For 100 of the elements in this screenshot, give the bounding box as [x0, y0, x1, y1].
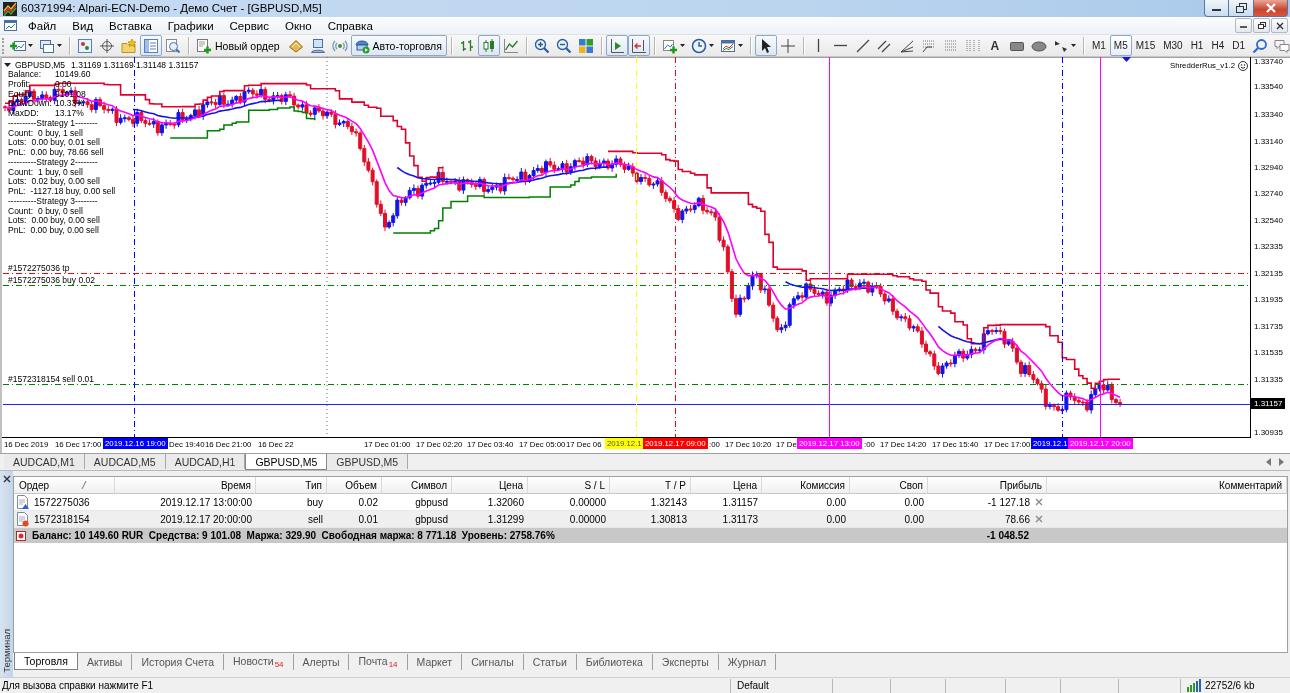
- caret-icon: [708, 44, 714, 47]
- info-label: Balance:: [8, 70, 42, 80]
- diamond-icon: [287, 37, 304, 54]
- toolbar-button[interactable]: Новый ордер: [193, 35, 285, 56]
- terminal-tab[interactable]: Торговля: [14, 653, 78, 670]
- info-label: Profit:: [8, 79, 32, 90]
- info-value: 0.00 buy, 78.66 sell: [30, 148, 104, 158]
- chart-tab[interactable]: GBPUSD,M5: [245, 454, 328, 470]
- info-value: 0 buy, 1 sell: [38, 128, 83, 139]
- folder-star-icon: [121, 37, 137, 54]
- column-header[interactable]: Комментарий: [1047, 477, 1287, 494]
- column-header[interactable]: Прибыль: [928, 477, 1047, 494]
- terminal-tab[interactable]: Активы: [77, 654, 133, 670]
- info-label: Lots:: [8, 177, 27, 187]
- menu-item[interactable]: Сервис: [221, 17, 277, 34]
- chart-tab[interactable]: AUDCAD,M5: [84, 454, 166, 469]
- toolbar-button[interactable]: [605, 35, 628, 56]
- info-value: 13.17%: [55, 109, 84, 119]
- strategy-heading: ----------Strategy 3--------: [8, 196, 99, 207]
- price-label: 1.32135: [1254, 269, 1283, 279]
- left-arrow-icon[interactable]: [1266, 458, 1271, 466]
- price-label: 1.33540: [1254, 82, 1283, 92]
- price-label: 1.33340: [1254, 110, 1283, 120]
- toolbar-button[interactable]: [754, 35, 777, 56]
- close-button[interactable]: [1271, 18, 1288, 33]
- terminal-tab[interactable]: Алерты: [293, 654, 350, 670]
- order-volume: 0.02: [358, 496, 378, 508]
- terminal-tab[interactable]: Новости$_{54}$: [224, 654, 294, 670]
- menu-item[interactable]: Вставка: [101, 17, 160, 34]
- bar-chart-icon: [458, 37, 475, 54]
- order-row[interactable]: 1572318154 2019.12.17 20:00:00 sell 0.01 gbpusd 1.31299 0.00000 1.30813 1.31173 0.00 0.00 78.66: [14, 511, 1287, 528]
- caret-icon[interactable]: [4, 63, 11, 67]
- toolbar-button[interactable]: [627, 35, 650, 56]
- menu-item[interactable]: Файл: [20, 17, 65, 34]
- restore-button[interactable]: [1253, 18, 1270, 33]
- chart-tab[interactable]: GBPUSD,M5: [327, 454, 409, 469]
- right-arrow-icon[interactable]: [1279, 458, 1284, 466]
- order-symbol: gbpusd: [415, 513, 448, 525]
- timeframe-button[interactable]: M1: [1087, 35, 1110, 56]
- restore-button[interactable]: [1229, 0, 1254, 17]
- info-label: Lots:: [8, 216, 27, 226]
- toolbar-button[interactable]: Авто-торговля: [350, 35, 447, 56]
- column-header[interactable]: Тип: [256, 477, 327, 494]
- swap: 0.00: [904, 496, 924, 508]
- info-label: MaxDD:: [8, 109, 40, 119]
- order-type: sell: [308, 513, 323, 525]
- price-label: 1.32740: [1254, 189, 1283, 199]
- column-header[interactable]: Своп: [850, 477, 928, 494]
- column-header[interactable]: S / L: [528, 477, 610, 494]
- terminal-tab[interactable]: Почта$_{14}$: [349, 654, 408, 670]
- total-profit: -1 048.52: [986, 530, 1029, 541]
- timeframe-button[interactable]: M15: [1131, 35, 1160, 56]
- text-tool-button[interactable]: A: [983, 35, 1006, 56]
- timeframe-button[interactable]: H4: [1207, 35, 1229, 56]
- column-header[interactable]: Ордер: [14, 477, 115, 494]
- column-header[interactable]: T / P: [610, 477, 691, 494]
- timeframe-button[interactable]: M30: [1159, 35, 1187, 56]
- commission: 0.00: [826, 496, 846, 508]
- chart-tab[interactable]: AUDCAD,H1: [165, 454, 246, 469]
- terminal-tab[interactable]: Статьи: [523, 654, 577, 670]
- line-chart-icon: [502, 37, 519, 54]
- info-label: Count:: [8, 206, 34, 217]
- column-header[interactable]: Время: [115, 477, 256, 494]
- chart-tab[interactable]: AUDCAD,M1: [4, 454, 85, 469]
- menu-item[interactable]: Окно: [276, 17, 320, 34]
- terminal-tab[interactable]: История Счета: [132, 654, 224, 670]
- minimize-button[interactable]: [1235, 18, 1252, 33]
- column-header[interactable]: Цена: [691, 477, 762, 494]
- price-label: 1.32940: [1254, 163, 1283, 173]
- terminal-tab[interactable]: Журнал: [718, 654, 777, 670]
- terminal-tab[interactable]: Библиотека: [576, 654, 653, 670]
- menu-item[interactable]: Графики: [159, 17, 222, 34]
- chat-icon: [1274, 37, 1290, 54]
- column-header[interactable]: Комиссия: [762, 477, 850, 494]
- timeframe-button[interactable]: M5: [1109, 35, 1132, 56]
- menu-item[interactable]: Вид: [64, 17, 102, 34]
- page-magnifier-icon: [165, 37, 181, 54]
- terminal-tab[interactable]: Сигналы: [462, 654, 524, 670]
- info-value: 0.00 buy, 0.00 sell: [30, 226, 99, 236]
- info-value: 10149.60: [55, 70, 91, 80]
- triangle-marker-icon: [1122, 57, 1131, 62]
- minimize-button[interactable]: [1204, 0, 1229, 17]
- close-icon[interactable]: [2, 475, 11, 483]
- column-header[interactable]: Объем: [327, 477, 382, 494]
- windows-icon: [39, 37, 55, 54]
- info-value: -1127.18 buy, 0.00 sell: [30, 187, 116, 197]
- line-chart-window-icon: [719, 37, 736, 54]
- menu-item[interactable]: Справка: [319, 17, 381, 34]
- terminal-tab[interactable]: Эксперты: [652, 654, 719, 670]
- timeframe-button[interactable]: D1: [1228, 35, 1250, 56]
- terminal-tab[interactable]: Маркет: [407, 654, 463, 670]
- order-volume: 0.01: [358, 513, 378, 525]
- column-header[interactable]: Символ: [382, 477, 452, 494]
- dotted-levels-icon: [920, 37, 937, 54]
- dotted-columns-icon: [964, 37, 981, 54]
- price-label: 1.33140: [1254, 137, 1283, 147]
- page-plus-icon: [196, 37, 212, 54]
- column-header[interactable]: Цена: [452, 477, 528, 494]
- timeframe-button[interactable]: H1: [1186, 35, 1208, 56]
- caret-icon: [57, 44, 62, 47]
